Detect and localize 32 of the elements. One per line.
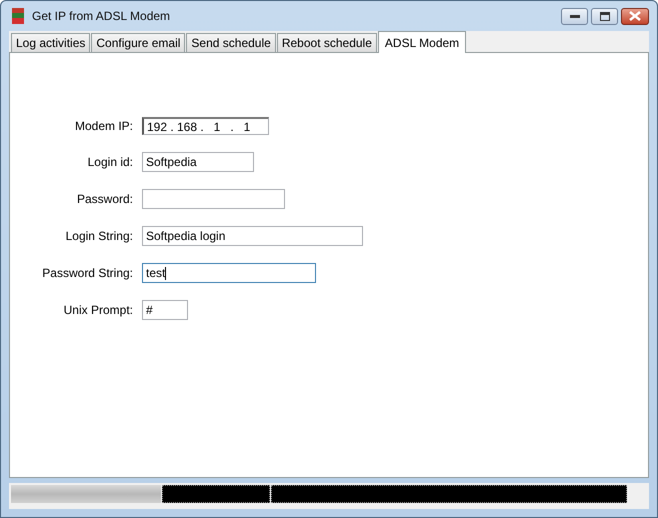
minimize-icon [570,14,580,18]
maximize-button[interactable] [591,8,618,24]
octet-separator: . [199,120,205,134]
minimize-button[interactable] [561,8,588,24]
field-label: Password: [76,192,133,206]
field-label: Login String: [66,229,133,243]
field-label: Password String: [42,266,133,280]
window-title: Get IP from ADSL Modem [32,9,170,23]
ip-octet: 192 [147,120,167,134]
tab[interactable]: Configure email [91,33,186,52]
tab[interactable]: ADSL Modem [378,31,466,53]
field-label: Login id: [88,155,133,169]
octet-separator: . [229,120,235,134]
ip-octet: 1 [212,120,222,134]
app-icon [12,8,24,24]
text-field[interactable]: # [142,300,188,320]
field-label: Unix Prompt: [64,303,133,317]
ip-address-field[interactable]: 192 . 168 . 1 . 1 [142,117,269,135]
field-label: Modem IP: [74,119,133,133]
ip-octet: 168 [177,120,197,134]
ip-octet: 1 [242,120,252,134]
maximize-icon [600,12,610,20]
tab[interactable]: Log activities [11,33,90,52]
text-field[interactable]: Softpedia [142,152,254,172]
tab[interactable]: Reboot schedule [276,33,377,52]
text-field[interactable]: test [142,263,316,283]
text-field[interactable] [142,189,285,209]
text-field[interactable]: Softpedia login [142,226,363,246]
octet-separator: . [169,120,175,134]
close-button[interactable] [621,8,649,24]
tab[interactable]: Send schedule [186,33,276,52]
close-icon [629,11,641,21]
